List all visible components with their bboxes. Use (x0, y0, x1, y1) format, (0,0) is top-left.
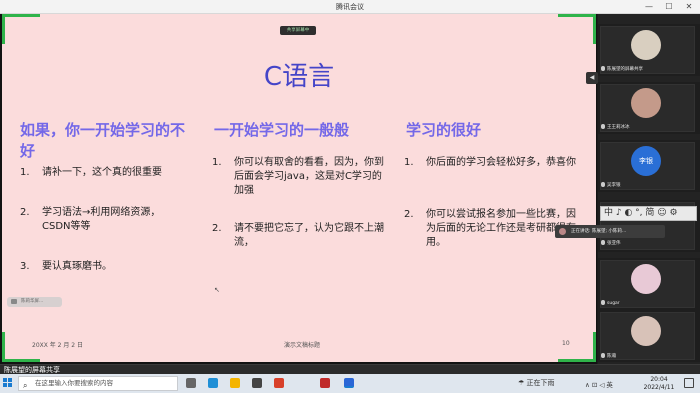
clock[interactable]: 20:04 2022/4/11 (642, 376, 676, 392)
app-icon[interactable] (320, 378, 330, 388)
item-text: 请补一下，这个真的很重要 (42, 167, 162, 178)
search-icon: ⌕ (23, 381, 28, 390)
edge-browser-icon[interactable] (230, 378, 240, 388)
window-title-bar: 腾讯会议 — ☐ ✕ (0, 0, 700, 14)
input-method-toolbar[interactable]: 中 ♪ ◐ °, 简 ☺ ⚙ (600, 206, 697, 221)
share-frame-corner (558, 14, 596, 44)
item-text: 请不要把它忘了，认为它跟不上潮流， (234, 223, 384, 248)
sharer-indicator-label: 陈莉华屏... (21, 299, 44, 304)
slide-title: C语言 (263, 62, 335, 92)
column-heading: 学习的很好 (406, 121, 482, 139)
terminal-icon[interactable] (274, 378, 284, 388)
avatar: 李银 (631, 146, 661, 176)
participants-panel: 陈展望的屏幕共享 王王莉冰冰 李银 吴李银 张亚伟 sugar 陈瀚 (598, 14, 700, 364)
list-item: 2. 请不要把它忘了，认为它跟不上潮流， (212, 222, 387, 250)
close-button[interactable]: ✕ (680, 1, 698, 13)
participant-name: 张亚伟 (601, 240, 621, 246)
tencent-meeting-icon[interactable] (344, 378, 354, 388)
item-text: 你可以有取舍的看看，因为，你到后面会学习java，这是对C学习的加强 (234, 157, 384, 196)
widgets-icon[interactable] (208, 378, 218, 388)
item-number: 1. (404, 157, 414, 168)
item-number: 2. (404, 209, 414, 220)
item-number: 1. (20, 167, 30, 178)
mic-icon (601, 66, 605, 71)
start-button[interactable] (3, 378, 13, 388)
participant-name: 陈瀚 (601, 353, 616, 359)
search-placeholder: 在这里输入你要搜索的内容 (35, 379, 113, 387)
window-title: 腾讯会议 (336, 3, 364, 11)
item-text: 要认真琢磨书。 (42, 261, 112, 272)
system-tray[interactable]: ∧ ⊡ ◁ 英 (585, 379, 613, 389)
avatar (631, 316, 661, 346)
presentation-slide: C语言 如果，你一开始学习的不好 1. 请补一下，这个真的很重要 2. 学习语法… (2, 14, 596, 362)
participant-card[interactable]: 陈瀚 (598, 310, 700, 362)
maximize-button[interactable]: ☐ (660, 1, 678, 13)
clock-time: 20:04 (650, 376, 668, 383)
task-view-icon[interactable] (186, 378, 196, 388)
participant-card[interactable]: 李银 吴李银 (598, 140, 700, 192)
share-frame-corner (2, 14, 40, 44)
list-item: 3. 要认真琢磨书。 (20, 260, 195, 274)
weather-widget[interactable]: ☂ 正在下雨 (518, 378, 555, 388)
mic-icon (601, 353, 605, 358)
participant-card[interactable]: sugar (598, 258, 700, 310)
list-item: 2. 学习语法→利用网络资源，CSDN等等 (20, 206, 195, 234)
mic-icon (601, 240, 605, 245)
notification-icon[interactable] (684, 378, 694, 388)
mic-icon (601, 300, 605, 305)
column-heading: 如果，你一开始学习的不好 (20, 121, 186, 160)
list-item: 1. 请补一下，这个真的很重要 (20, 166, 195, 180)
participant-name: 王王莉冰冰 (601, 124, 630, 130)
item-number: 1. (212, 157, 222, 168)
item-number: 2. (20, 207, 30, 218)
participant-card[interactable]: 王王莉冰冰 (598, 82, 700, 134)
column-heading: 一开始学习的一般般 (214, 121, 350, 139)
taskbar: ⌕ 在这里输入你要搜索的内容 ☂ 正在下雨 ∧ ⊡ ◁ 英 20:04 2022… (0, 374, 700, 393)
participant-name: 陈展望的屏幕共享 (601, 66, 643, 72)
item-text: 学习语法→利用网络资源，CSDN等等 (42, 207, 161, 232)
item-number: 3. (20, 261, 30, 272)
file-explorer-icon[interactable] (252, 378, 262, 388)
participant-name: 吴李银 (601, 182, 621, 188)
clock-date: 2022/4/11 (643, 384, 675, 391)
collapse-panel-button[interactable]: ◀ (586, 72, 598, 84)
slide-page-number: 10 (562, 340, 570, 347)
screen-icon (11, 299, 17, 304)
avatar (631, 88, 661, 118)
sharer-indicator[interactable]: 陈莉华屏... (7, 297, 62, 307)
avatar (631, 264, 661, 294)
share-frame-corner (558, 332, 596, 362)
speaker-avatar-icon (559, 228, 566, 235)
mouse-cursor-icon: ↖ (214, 286, 220, 294)
slide-footer-date: 20XX 年 2 月 2 日 (32, 342, 84, 349)
item-number: 2. (212, 223, 222, 234)
list-item: 1. 你后面的学习会轻松好多，恭喜你 (404, 156, 579, 184)
speaking-indicator: 正在讲话: 陈展望; 小陈莉... (555, 225, 665, 238)
list-item: 1. 你可以有取舍的看看，因为，你到后面会学习java，这是对C学习的加强 (212, 156, 387, 198)
taskbar-search-input[interactable]: ⌕ 在这里输入你要搜索的内容 (18, 376, 178, 391)
avatar (631, 30, 661, 60)
item-text: 你后面的学习会轻松好多，恭喜你 (426, 157, 576, 168)
sharing-status-tag: 共享屏幕中 (280, 26, 316, 35)
screen-share-banner: 陈展望的屏幕共享 (0, 364, 700, 374)
mic-icon (601, 124, 605, 129)
participant-name: sugar (601, 300, 620, 306)
minimize-button[interactable]: — (640, 1, 658, 13)
mic-icon (601, 182, 605, 187)
speaking-text: 正在讲话: 陈展望; 小陈莉... (571, 229, 627, 234)
slide-footer-title: 演示文稿标题 (284, 342, 321, 349)
participant-card[interactable]: 陈展望的屏幕共享 (598, 24, 700, 76)
